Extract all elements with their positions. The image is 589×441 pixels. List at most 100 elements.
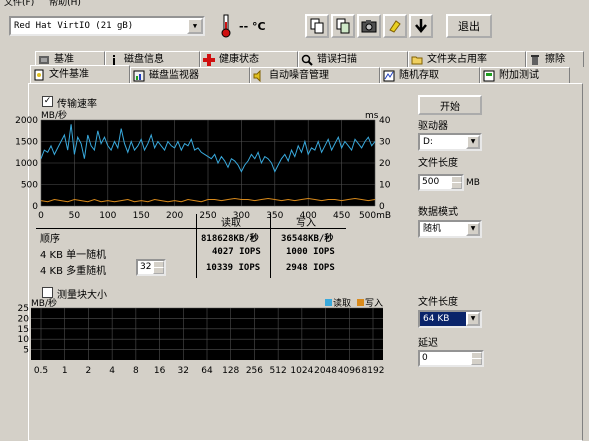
row-4k-single-label: 4 KB 单一随机 [40,250,107,261]
file-length-label: 文件长度 [418,158,458,169]
tab-folder-usage-label: 文件夹占用率 [427,53,487,65]
tab-error-scan[interactable]: 错误扫描 [298,51,408,67]
file-length-unit: MB [466,178,480,188]
scan-icon [301,54,313,66]
y-tick-label: 25 [18,304,29,314]
y-tick-label-left: 500 [21,181,38,191]
tab-noise-management-label: 自动噪音管理 [269,69,329,81]
results-header-write: 写入 [296,218,316,229]
x-tick-label: 50 [69,211,81,221]
health-icon [203,53,215,66]
x-tick-label: 500mB [359,211,391,221]
x-tick-label: 2048 [314,366,337,376]
row-4k-single-read: 4027 IOPS [212,247,261,257]
exit-button[interactable]: 退出 [446,14,492,38]
legend-read-label: 读取 [333,297,351,309]
bar-axis-unit: MB/秒 [31,297,57,309]
tab-noise-management[interactable]: 自动噪音管理 [250,67,380,83]
data-mode-value: 随机 [423,224,442,234]
y-tick-label-right: 20 [379,159,391,169]
block-file-length-label: 文件长度 [418,297,458,308]
tab-health-label: 健康状态 [219,53,259,65]
chevron-down-icon[interactable]: ▼ [466,312,480,326]
transfer-rate-chart: MB/秒 ms 0 0500 101000 201500 302000 400 50 100 1… [15,109,391,221]
drive-combo[interactable]: D: ▼ [418,133,482,151]
y-tick-label: 15 [18,325,29,335]
x-tick-label: 32 [178,366,189,376]
start-button[interactable]: 开始 [418,95,482,115]
x-tick-label: 100 [99,211,116,221]
chevron-down-icon[interactable]: ▼ [466,222,480,236]
block-size-checkbox[interactable] [42,287,53,298]
spinner-down-icon[interactable] [153,267,164,274]
options-button[interactable] [383,14,407,38]
tab-row-bottom: 文件基准 磁盘监视器 自动噪音管理 随机存取 附加测试 [30,65,570,83]
tab-erase[interactable]: 擦除 [526,51,584,67]
drive-label: 驱动器 [418,121,448,132]
tab-error-scan-label: 错误扫描 [317,53,357,65]
copy-screen-button[interactable] [331,14,355,38]
y-tick-label-left: 2000 [15,116,38,126]
tab-health[interactable]: 健康状态 [200,51,298,67]
block-file-length-combo[interactable]: 64 KB ▼ [418,310,482,328]
tab-folder-usage[interactable]: 文件夹占用率 [408,51,526,67]
transfer-rate-label: 传输速率 [57,99,97,110]
x-tick-label: 4096 [338,366,361,376]
menu-file[interactable]: 文件(F) [4,0,34,8]
tab-disk-info-label: 磁盘信息 [124,53,164,65]
legend-read-swatch [325,299,332,306]
queue-depth-spinner[interactable]: 32 [136,259,166,276]
tab-disk-monitor-label: 磁盘监视器 [149,69,199,81]
delay-label: 延迟 [418,338,438,349]
monitor-icon [133,70,145,81]
camera-icon [361,20,377,33]
info-icon [113,54,115,65]
data-mode-combo[interactable]: 随机 ▼ [418,220,482,238]
x-tick-label: 128 [222,366,239,376]
row-sequential-read: 818628KB/秒 [201,234,259,244]
drive-select[interactable]: Red Hat VirtIO (21 gB) ▼ [9,16,205,36]
delay-spinner[interactable]: 0 [418,350,484,367]
copy-screen-icon [336,18,350,34]
x-tick-label: 256 [246,366,263,376]
chevron-down-icon[interactable]: ▼ [466,135,480,149]
x-tick-label: 250 [199,211,216,221]
y-tick-label: 5 [23,346,29,356]
transfer-rate-checkbox[interactable]: ✓ [42,96,53,107]
file-length-spinner[interactable]: 500 [418,174,464,191]
erase-icon [531,54,539,65]
tab-extra-tests[interactable]: 附加测试 [480,67,570,83]
data-mode-label: 数据模式 [418,207,458,218]
x-tick-label: 512 [270,366,287,376]
tab-file-benchmark-label: 文件基准 [49,68,89,80]
spinner-down-icon[interactable] [451,182,462,189]
save-icon [415,19,427,33]
random-access-icon [383,70,395,81]
y-tick-label-right: 10 [379,181,391,191]
drive-select-value: Red Hat VirtIO (21 gB) [14,21,134,31]
save-button[interactable] [409,14,433,38]
row-sequential-label: 顺序 [40,234,60,245]
left-axis-unit: MB/秒 [41,109,67,121]
x-tick-label: 200 [166,211,183,221]
menu-bar: 文件(F) 帮助(H) [0,0,589,10]
x-tick-label: 150 [133,211,150,221]
y-tick-label-right: 40 [379,116,391,126]
x-tick-label: 0 [38,211,44,221]
spinner-down-icon[interactable] [471,358,482,365]
tab-disk-monitor[interactable]: 磁盘监视器 [130,67,250,83]
menu-help[interactable]: 帮助(H) [49,0,81,8]
tab-random-access[interactable]: 随机存取 [380,67,480,83]
x-tick-label: 16 [154,366,166,376]
right-axis-unit: ms [365,111,379,121]
tab-file-benchmark[interactable]: 文件基准 [30,65,130,83]
screenshot-button[interactable] [357,14,381,38]
x-tick-label: 1 [62,366,68,376]
x-tick-label: 350 [266,211,283,221]
x-tick-label: 0.5 [34,366,48,376]
chevron-down-icon[interactable]: ▼ [187,18,203,34]
row-4k-multi-label: 4 KB 多重随机 [40,266,107,277]
file-benchmark-icon [34,69,44,80]
x-tick-label: 8 [133,366,139,376]
copy-button[interactable] [305,14,329,38]
